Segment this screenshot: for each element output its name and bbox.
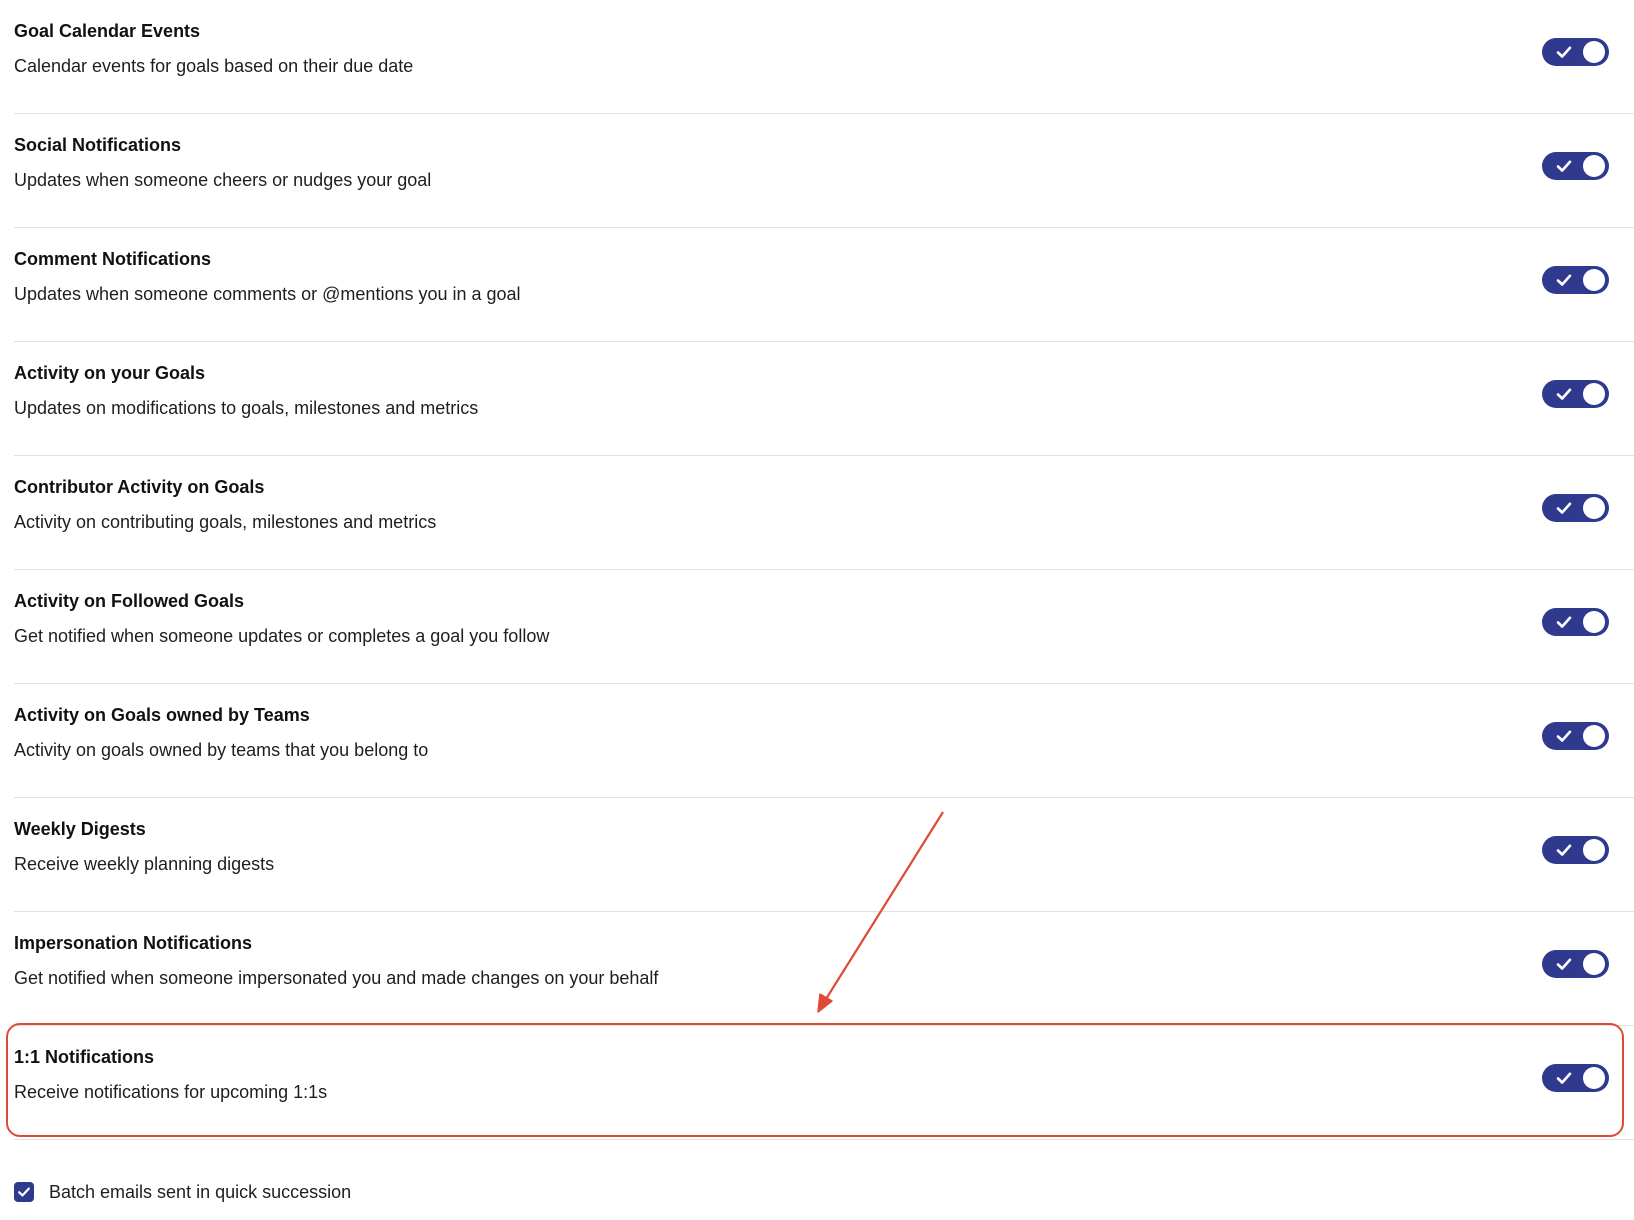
goal-calendar-events-toggle[interactable] <box>1542 38 1609 66</box>
toggle-knob <box>1583 41 1605 63</box>
setting-title: Activity on Goals owned by Teams <box>14 705 310 725</box>
toggle-knob <box>1583 269 1605 291</box>
setting-description: Activity on contributing goals, mileston… <box>14 512 437 532</box>
setting-description: Get notified when someone impersonated y… <box>14 968 659 988</box>
setting-title: Social Notifications <box>14 135 182 155</box>
setting-row-comment-notifications: Comment Notifications Updates when someo… <box>14 228 1634 342</box>
impersonation-notifications-toggle[interactable] <box>1542 950 1609 978</box>
setting-title: Comment Notifications <box>14 249 212 269</box>
check-icon <box>1556 730 1572 742</box>
check-icon <box>1556 274 1572 286</box>
toggle-knob <box>1583 953 1605 975</box>
setting-row-activity-on-your-goals: Activity on your Goals Updates on modifi… <box>14 342 1634 456</box>
check-icon <box>1556 844 1572 856</box>
activity-on-followed-goals-toggle[interactable] <box>1542 608 1609 636</box>
setting-title: Contributor Activity on Goals <box>14 477 265 497</box>
setting-title: Activity on your Goals <box>14 363 206 383</box>
check-icon <box>1556 958 1572 970</box>
setting-title: Activity on Followed Goals <box>14 591 245 611</box>
setting-description: Updates when someone cheers or nudges yo… <box>14 170 432 190</box>
notification-settings-list: Goal Calendar Events Calendar events for… <box>14 0 1634 1140</box>
setting-row-impersonation-notifications: Impersonation Notifications Get notified… <box>14 912 1634 1026</box>
comment-notifications-toggle[interactable] <box>1542 266 1609 294</box>
toggle-knob <box>1583 1067 1605 1089</box>
one-on-one-notifications-toggle[interactable] <box>1542 1064 1609 1092</box>
setting-row-weekly-digests: Weekly Digests Receive weekly planning d… <box>14 798 1634 912</box>
setting-description: Calendar events for goals based on their… <box>14 56 414 76</box>
setting-title: 1:1 Notifications <box>14 1047 155 1067</box>
toggle-knob <box>1583 839 1605 861</box>
weekly-digests-toggle[interactable] <box>1542 836 1609 864</box>
setting-description: Updates on modifications to goals, miles… <box>14 398 479 418</box>
setting-row-social-notifications: Social Notifications Updates when someon… <box>14 114 1634 228</box>
setting-title: Impersonation Notifications <box>14 933 253 953</box>
batch-emails-checkbox[interactable] <box>14 1182 34 1202</box>
toggle-knob <box>1583 725 1605 747</box>
batch-emails-option: Batch emails sent in quick succession <box>14 1180 351 1204</box>
setting-row-activity-on-goals-owned-by-teams: Activity on Goals owned by Teams Activit… <box>14 684 1634 798</box>
check-icon <box>18 1187 30 1197</box>
setting-row-goal-calendar-events: Goal Calendar Events Calendar events for… <box>14 0 1634 114</box>
setting-description: Get notified when someone updates or com… <box>14 626 550 646</box>
setting-description: Updates when someone comments or @mentio… <box>14 284 521 304</box>
toggle-knob <box>1583 383 1605 405</box>
activity-on-your-goals-toggle[interactable] <box>1542 380 1609 408</box>
setting-description: Receive notifications for upcoming 1:1s <box>14 1082 328 1102</box>
check-icon <box>1556 160 1572 172</box>
setting-description: Receive weekly planning digests <box>14 854 275 874</box>
toggle-knob <box>1583 611 1605 633</box>
batch-emails-label: Batch emails sent in quick succession <box>49 1181 352 1202</box>
setting-title: Goal Calendar Events <box>14 21 201 41</box>
check-icon <box>1556 616 1572 628</box>
contributor-activity-on-goals-toggle[interactable] <box>1542 494 1609 522</box>
setting-title: Weekly Digests <box>14 819 146 839</box>
setting-row-activity-on-followed-goals: Activity on Followed Goals Get notified … <box>14 570 1634 684</box>
activity-on-goals-owned-by-teams-toggle[interactable] <box>1542 722 1609 750</box>
toggle-knob <box>1583 155 1605 177</box>
check-icon <box>1556 1072 1572 1084</box>
setting-row-contributor-activity-on-goals: Contributor Activity on Goals Activity o… <box>14 456 1634 570</box>
check-icon <box>1556 502 1572 514</box>
social-notifications-toggle[interactable] <box>1542 152 1609 180</box>
check-icon <box>1556 388 1572 400</box>
toggle-knob <box>1583 497 1605 519</box>
setting-row-one-on-one-notifications: 1:1 Notifications Receive notifications … <box>14 1026 1634 1140</box>
check-icon <box>1556 46 1572 58</box>
setting-description: Activity on goals owned by teams that yo… <box>14 740 429 760</box>
